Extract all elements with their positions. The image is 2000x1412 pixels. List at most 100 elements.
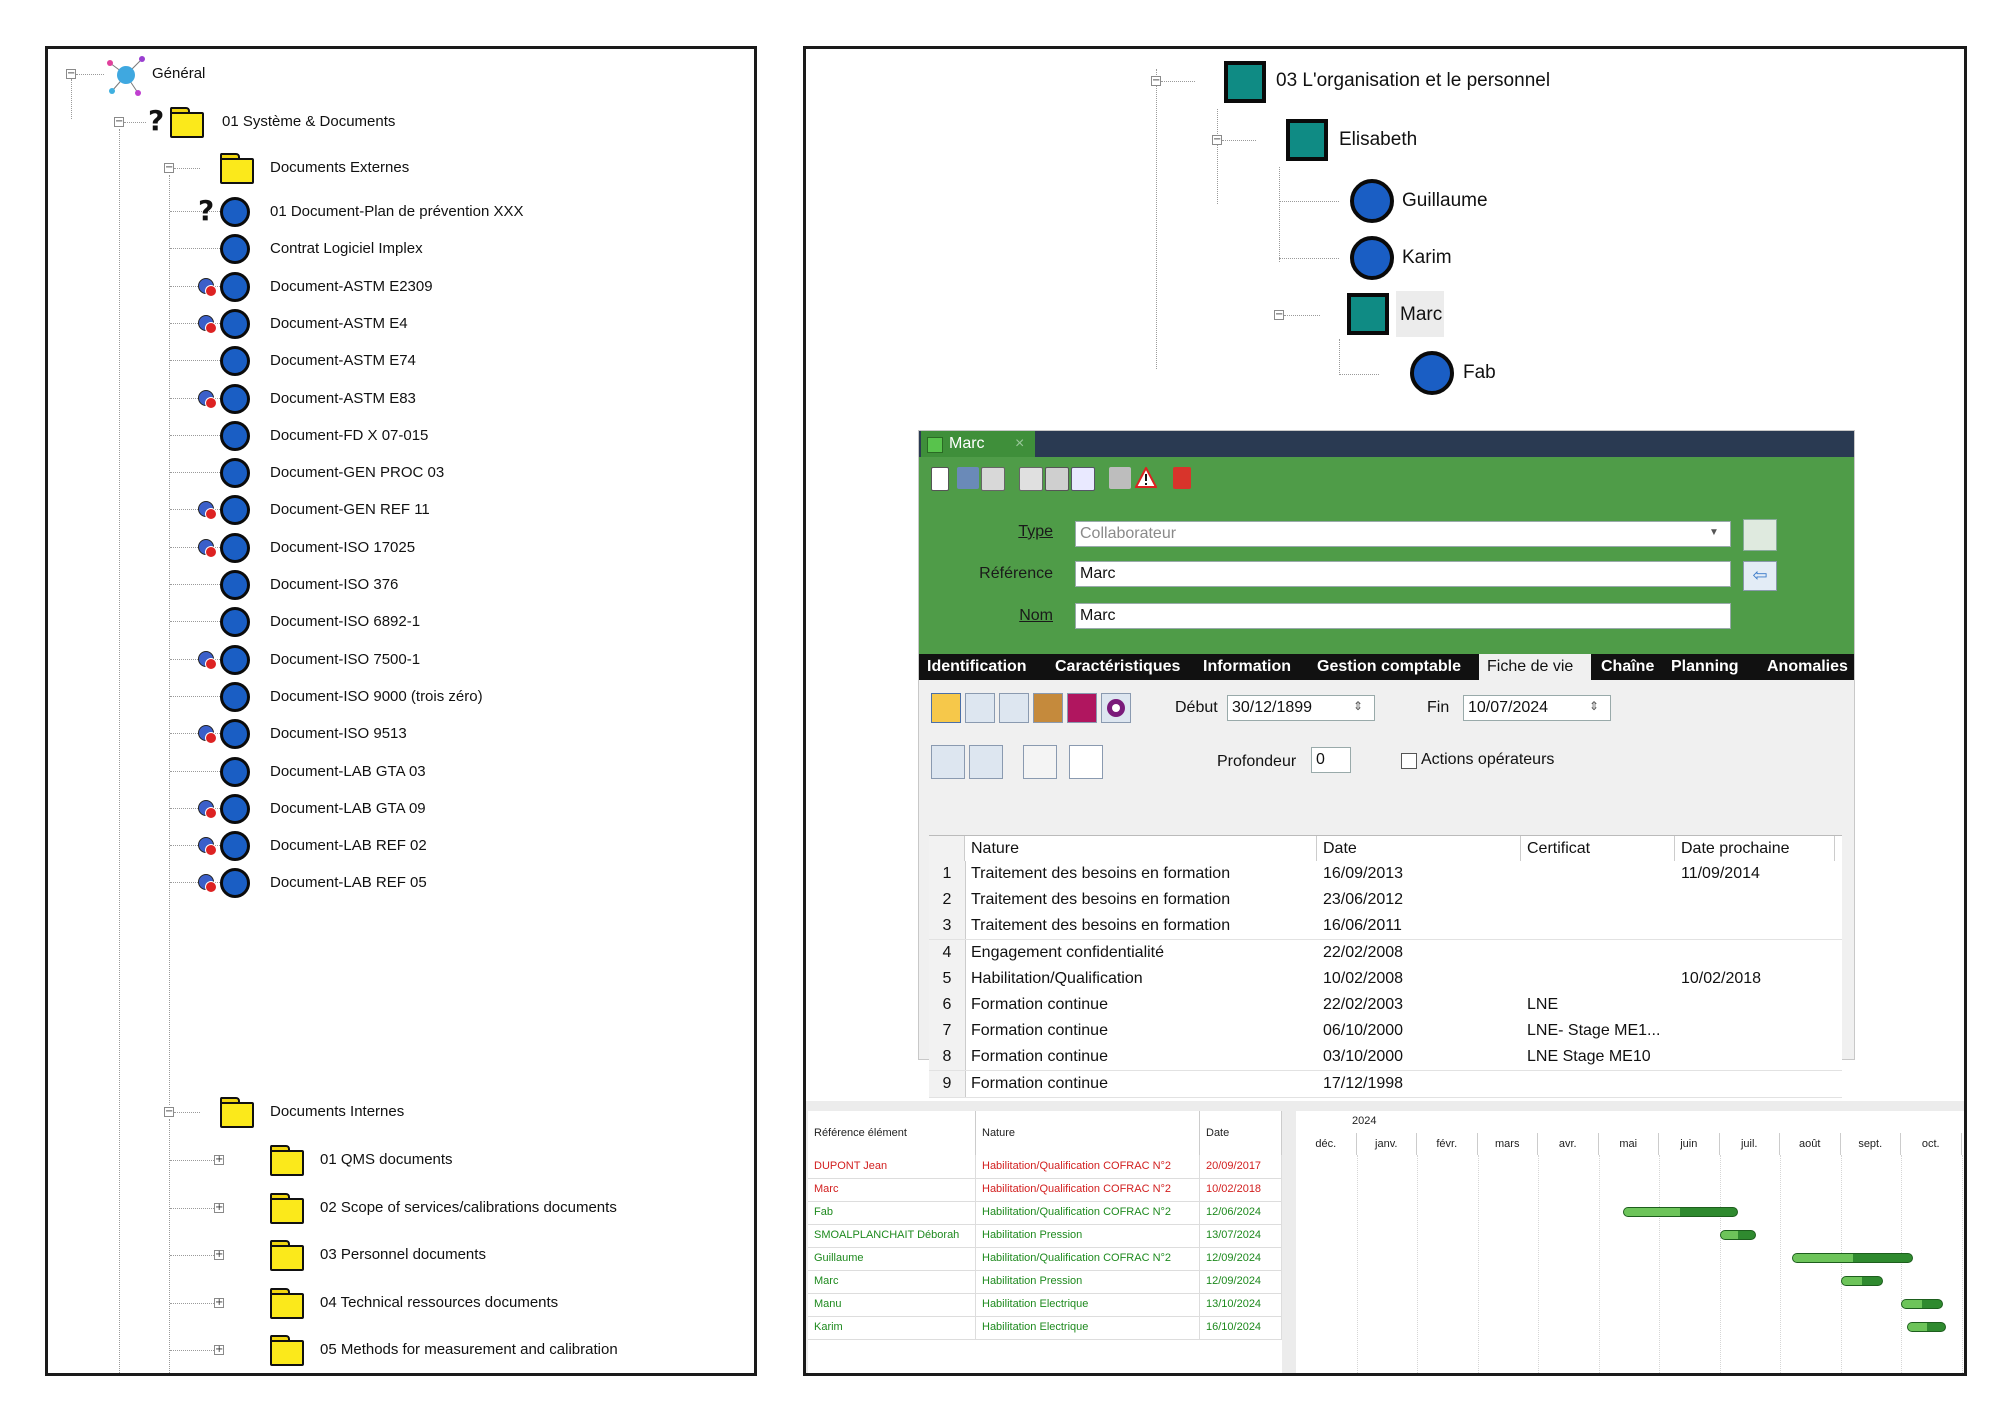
tree-node-document[interactable]: Document-ASTM E74 — [270, 352, 416, 370]
warning-icon[interactable] — [1134, 465, 1158, 489]
gantt-row[interactable]: Karim Habilitation Electrique 16/10/2024 — [808, 1316, 1282, 1340]
table-row[interactable]: 3 Traitement des besoins en formation 16/0… — [929, 913, 1842, 941]
tab-information[interactable]: Information — [1203, 654, 1291, 680]
collapse-toggle[interactable]: − — [1212, 135, 1222, 145]
column-header-date[interactable]: Date — [1317, 836, 1521, 862]
new-document-icon[interactable] — [931, 467, 949, 491]
org-node-fab[interactable]: Fab — [1463, 361, 1496, 385]
column-header-date-prochaine[interactable]: Date prochaine — [1675, 836, 1835, 862]
column-header-date[interactable]: Date — [1200, 1111, 1282, 1155]
tree-node-folder[interactable]: 05 Methods for measurement and calibrati… — [320, 1341, 618, 1359]
close-icon[interactable]: × — [1015, 431, 1024, 457]
tree-node-document[interactable]: Document-ASTM E2309 — [270, 278, 433, 296]
document-tab[interactable]: Marc × — [921, 431, 1035, 457]
gantt-bar[interactable] — [1907, 1322, 1947, 1332]
tree-node-folder[interactable]: 04 Technical ressources documents — [320, 1294, 558, 1312]
tab-planning[interactable]: Planning — [1671, 654, 1739, 680]
gantt-row[interactable]: Guillaume Habilitation/Qualification COFR… — [808, 1247, 1282, 1271]
table-row[interactable]: 4 Engagement confidentialité 22/02/2008 — [929, 939, 1842, 967]
collapse-toggle[interactable]: − — [164, 163, 174, 173]
boxes-filter-icon[interactable] — [1033, 693, 1063, 723]
edit-sheet-icon[interactable] — [969, 745, 1003, 779]
org-node-marc[interactable]: Marc — [1400, 303, 1442, 327]
table-row[interactable]: 1 Traitement des besoins en formation 16/0… — [929, 861, 1842, 888]
tree-node-document[interactable]: Document-LAB GTA 09 — [270, 800, 426, 818]
preview-icon[interactable] — [1023, 745, 1057, 779]
collapse-toggle[interactable]: − — [114, 117, 124, 127]
gantt-bar[interactable] — [1622, 1207, 1738, 1217]
tree-node-internal-docs[interactable]: Documents Internes — [270, 1103, 404, 1121]
collapse-toggle[interactable]: − — [66, 69, 76, 79]
wrench-filter-icon[interactable] — [931, 693, 961, 723]
collapse-toggle[interactable]: − — [1151, 76, 1161, 86]
profondeur-input[interactable]: 0 — [1311, 747, 1351, 773]
tab-fiche-de-vie[interactable]: Fiche de vie — [1479, 654, 1591, 680]
gantt-bar[interactable] — [1719, 1230, 1756, 1240]
undo-icon[interactable] — [957, 467, 979, 489]
tree-node-document[interactable]: Document-GEN REF 11 — [270, 501, 430, 519]
target-filter-icon[interactable] — [1101, 693, 1131, 723]
tree-node-folder[interactable]: 01 QMS documents — [320, 1151, 453, 1169]
column-header-reference[interactable]: Référence élément — [808, 1111, 976, 1155]
spinner-icon[interactable]: ⇕ — [1589, 699, 1599, 713]
tree-node-document[interactable]: Contrat Logiciel Implex — [270, 240, 423, 258]
column-header-nature[interactable]: Nature — [976, 1111, 1200, 1155]
tree-node-folder[interactable]: 03 Personnel documents — [320, 1246, 486, 1264]
tree-node-document[interactable]: Document-ISO 6892-1 — [270, 613, 420, 631]
tab-gestion-comptable[interactable]: Gestion comptable — [1317, 654, 1461, 680]
expand-toggle[interactable]: + — [214, 1345, 224, 1355]
print-icon[interactable] — [1045, 467, 1069, 491]
tree-node-document[interactable]: Document-ISO 17025 — [270, 539, 415, 557]
table-row[interactable]: 6 Formation continue 22/02/2003 LNE — [929, 992, 1842, 1019]
export-document-icon[interactable] — [1069, 745, 1103, 779]
tree-node-document[interactable]: 01 Document-Plan de prévention XXX — [270, 203, 523, 221]
tree-node-document[interactable]: Document-ISO 9513 — [270, 725, 407, 743]
tree-node-document[interactable]: Document-ISO 376 — [270, 576, 398, 594]
tree-node-document[interactable]: Document-ASTM E83 — [270, 390, 416, 408]
expand-toggle[interactable]: + — [214, 1297, 224, 1308]
nom-input[interactable]: Marc — [1075, 603, 1731, 629]
delete-icon[interactable] — [1173, 467, 1191, 489]
type-select[interactable]: Collaborateur — [1075, 521, 1731, 547]
gantt-bar[interactable] — [1901, 1299, 1944, 1309]
column-header-certificat[interactable]: Certificat — [1521, 836, 1675, 862]
gantt-row[interactable]: Manu Habilitation Electrique 13/10/2024 — [808, 1293, 1282, 1317]
gantt-row[interactable]: DUPONT Jean Habilitation/Qualification CO… — [808, 1155, 1282, 1179]
gantt-bar[interactable] — [1792, 1253, 1914, 1263]
tab-anomalies[interactable]: Anomalies — [1767, 654, 1848, 680]
tree-node-document[interactable]: Document-FD X 07-015 — [270, 427, 428, 445]
gantt-row[interactable]: Marc Habilitation Pression 12/09/2024 — [808, 1270, 1282, 1294]
tree-node-document[interactable]: Document-LAB REF 02 — [270, 837, 427, 855]
tree-node-document[interactable]: Document-ISO 7500-1 — [270, 651, 420, 669]
tree-node-system[interactable]: 01 Système & Documents — [222, 113, 395, 131]
table-row[interactable]: 7 Formation continue 06/10/2000 LNE- Stage … — [929, 1018, 1842, 1046]
book-filter-icon[interactable] — [1067, 693, 1097, 723]
save-icon[interactable] — [981, 467, 1005, 491]
layout-icon[interactable] — [1019, 467, 1043, 491]
tab-identification[interactable]: Identification — [927, 654, 1027, 680]
export-icon[interactable] — [1071, 467, 1095, 491]
table-row[interactable]: 8 Formation continue 03/10/2000 LNE Stage M… — [929, 1044, 1842, 1072]
collapse-toggle[interactable]: − — [164, 1107, 174, 1117]
collapse-toggle[interactable]: − — [1274, 310, 1284, 320]
tab-chaine[interactable]: Chaîne — [1601, 654, 1654, 680]
gantt-row[interactable]: Fab Habilitation/Qualification COFRAC N°2… — [808, 1201, 1282, 1225]
reference-input[interactable]: Marc — [1075, 561, 1731, 587]
manage-type-icon[interactable] — [1743, 519, 1777, 551]
calibration-filter-icon[interactable] — [999, 693, 1029, 723]
arrow-left-icon[interactable]: ⇦ — [1743, 561, 1777, 591]
tree-root-label[interactable]: Général — [152, 65, 205, 83]
org-node-karim[interactable]: Karim — [1402, 246, 1452, 270]
tree-node-document[interactable]: Document-ASTM E4 — [270, 315, 408, 333]
tree-node-folder[interactable]: 02 Scope of services/calibrations docume… — [320, 1199, 617, 1217]
spinner-icon[interactable]: ⇕ — [1353, 699, 1363, 713]
tree-node-external-docs[interactable]: Documents Externes — [270, 159, 409, 177]
gantt-row[interactable]: SMOALPLANCHAIT Déborah Habilitation Press… — [808, 1224, 1282, 1248]
tree-node-document[interactable]: Document-LAB REF 05 — [270, 874, 427, 892]
org-node-guillaume[interactable]: Guillaume — [1402, 189, 1488, 213]
gantt-row[interactable]: Marc Habilitation/Qualification COFRAC N°… — [808, 1178, 1282, 1202]
expand-toggle[interactable]: + — [214, 1202, 224, 1213]
org-node-elisabeth[interactable]: Elisabeth — [1339, 128, 1417, 152]
tree-node-document[interactable]: Document-LAB GTA 03 — [270, 763, 426, 781]
tab-caracteristiques[interactable]: Caractéristiques — [1055, 654, 1180, 680]
